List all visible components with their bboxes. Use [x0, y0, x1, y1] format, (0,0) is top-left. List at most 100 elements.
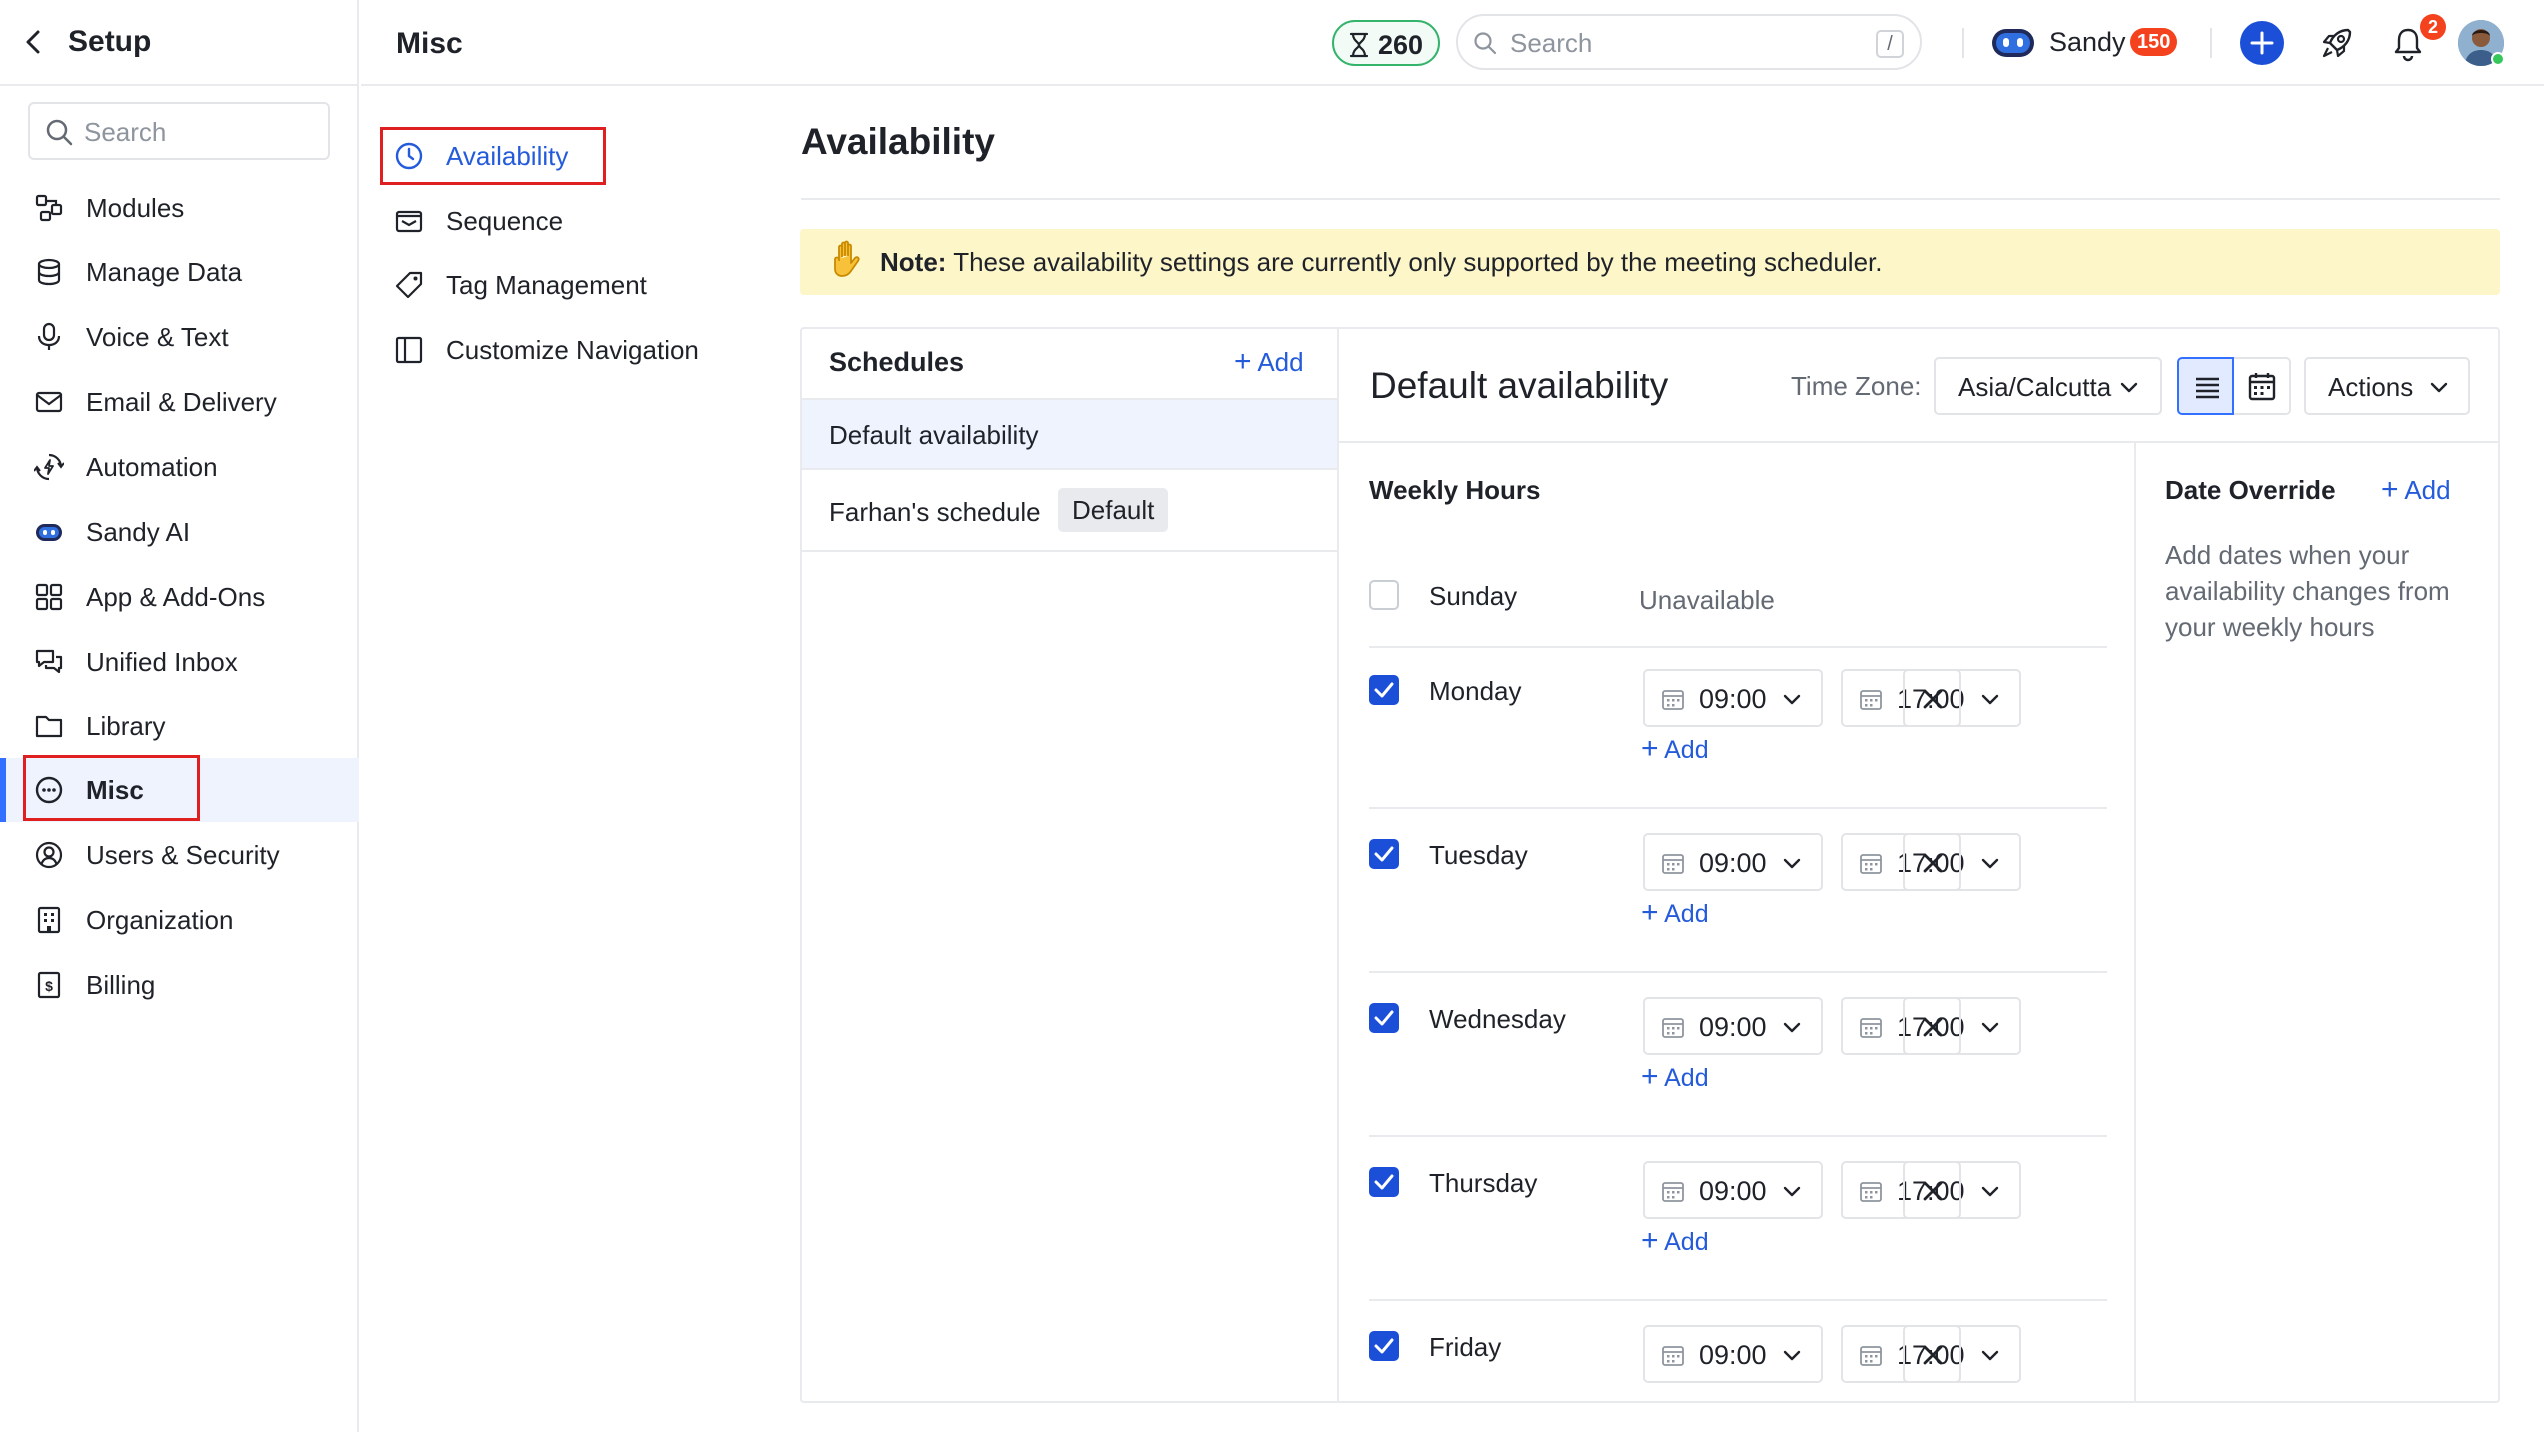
sidebar-item-library[interactable]: Library: [0, 694, 359, 758]
schedule-item[interactable]: Farhan's schedule Default: [802, 470, 1337, 552]
add-schedule-label: Add: [1257, 347, 1304, 377]
sidebar-item-label: Voice & Text: [86, 322, 229, 352]
subnav-item-customize-navigation[interactable]: Customize Navigation: [380, 321, 750, 379]
sidebar-item-unified-inbox[interactable]: Unified Inbox: [0, 630, 359, 694]
envelope-icon: [35, 391, 63, 413]
global-search-box[interactable]: /: [1456, 14, 1922, 70]
sidebar-item-modules[interactable]: Modules: [0, 176, 359, 240]
remove-interval-button[interactable]: [1903, 1325, 1961, 1383]
add-interval-button[interactable]: + Add: [1641, 896, 1709, 929]
day-checkbox[interactable]: [1369, 1331, 1399, 1361]
calendar-icon: [1662, 1182, 1684, 1202]
remove-interval-button[interactable]: [1903, 997, 1961, 1055]
day-name: Monday: [1429, 676, 1522, 706]
checkmark-icon: [1374, 846, 1394, 862]
calendar-icon: [1662, 1018, 1684, 1038]
calendar-view-toggle[interactable]: [2234, 357, 2291, 415]
note-label: Note:: [880, 247, 947, 277]
timezone-select[interactable]: Asia/Calcutta: [1934, 357, 2162, 415]
sidebar-item-app-add-ons[interactable]: App & Add-Ons: [0, 565, 359, 629]
top-header-bar: [361, 0, 2544, 86]
actions-dropdown[interactable]: Actions: [2304, 357, 2470, 415]
start-time-select[interactable]: 09:00: [1643, 997, 1823, 1055]
add-interval-label: Add: [1664, 736, 1709, 764]
day-divider: [1369, 1299, 2107, 1301]
start-time-select[interactable]: 09:00: [1643, 1325, 1823, 1383]
plus-icon: +: [1641, 1060, 1659, 1093]
start-time-select[interactable]: 09:00: [1643, 833, 1823, 891]
day-checkbox[interactable]: [1369, 839, 1399, 869]
assistant-name[interactable]: Sandy: [2049, 26, 2126, 58]
add-date-override-button[interactable]: + Add: [2381, 474, 2451, 506]
start-time-value: 09:00: [1699, 1012, 1767, 1042]
remove-interval-button[interactable]: [1903, 1161, 1961, 1219]
sidebar-search-input[interactable]: [84, 114, 314, 150]
create-new-button[interactable]: [2240, 21, 2284, 65]
sidebar-item-billing[interactable]: $ Billing: [0, 953, 359, 1017]
page-title: Availability: [801, 121, 995, 162]
credits-badge[interactable]: 260: [1332, 20, 1440, 66]
start-time-select[interactable]: 09:00: [1643, 1161, 1823, 1219]
sidebar-item-automation[interactable]: Automation: [0, 435, 359, 499]
day-checkbox[interactable]: [1369, 675, 1399, 705]
sidebar-item-users-security[interactable]: Users & Security: [0, 823, 359, 887]
schedule-item[interactable]: Default availability: [802, 398, 1337, 470]
day-checkbox[interactable]: [1369, 1003, 1399, 1033]
chevron-down-icon: [1981, 1350, 1999, 1361]
svg-text:$: $: [45, 978, 53, 994]
sidebar-item-label: Sandy AI: [86, 517, 191, 547]
microphone-icon: [37, 322, 61, 350]
date-override-description: Add dates when your availability changes…: [2165, 540, 2450, 642]
checkmark-icon: [1374, 682, 1394, 698]
calendar-icon: [1662, 690, 1684, 710]
back-arrow-icon[interactable]: [18, 26, 50, 58]
notification-count-badge: 2: [2420, 14, 2446, 40]
credits-count: 260: [1378, 30, 1424, 60]
calendar-icon: [1860, 690, 1882, 710]
plus-icon: +: [1641, 896, 1659, 929]
subnav-item-tag-management[interactable]: Tag Management: [380, 256, 750, 314]
note-banner: Note: These availability settings are cu…: [800, 229, 2500, 295]
chevron-down-icon: [1783, 1186, 1801, 1197]
tag-icon: [395, 271, 423, 299]
rocket-icon[interactable]: [2318, 24, 2356, 62]
sidebar-item-organization[interactable]: Organization: [0, 888, 359, 952]
sidebar-item-email-delivery[interactable]: Email & Delivery: [0, 370, 359, 434]
chevron-down-icon: [1783, 694, 1801, 705]
chat-bubbles-icon: [35, 649, 63, 674]
add-interval-button[interactable]: + Add: [1641, 734, 1709, 765]
note-text: These availability settings are currentl…: [953, 247, 1883, 277]
date-override-title: Date Override: [2165, 475, 2336, 505]
day-name: Tuesday: [1429, 840, 1528, 870]
sidebar-item-manage-data[interactable]: Manage Data: [0, 240, 359, 304]
chevron-down-icon: [1981, 1022, 1999, 1033]
add-interval-button[interactable]: + Add: [1641, 1060, 1709, 1093]
day-checkbox[interactable]: [1369, 1167, 1399, 1197]
calendar-icon: [1662, 1346, 1684, 1366]
close-icon: [1923, 689, 1943, 709]
list-view-toggle[interactable]: [2177, 357, 2234, 415]
title-divider: [801, 198, 2500, 200]
plus-icon: +: [1234, 345, 1252, 378]
remove-interval-button[interactable]: [1903, 669, 1961, 727]
sidebar-search-box[interactable]: [28, 102, 330, 160]
add-schedule-button[interactable]: + Add: [1234, 346, 1304, 378]
sidebar-item-sandy-ai[interactable]: Sandy AI: [0, 500, 359, 564]
modules-icon: [35, 194, 63, 222]
database-icon: [37, 258, 61, 286]
plus-icon: +: [1641, 1224, 1659, 1257]
actions-label: Actions: [2328, 372, 2414, 402]
start-time-select[interactable]: 09:00: [1643, 669, 1823, 727]
sandy-bot-icon[interactable]: [1991, 26, 2035, 60]
day-checkbox[interactable]: [1369, 580, 1399, 610]
global-search-input[interactable]: [1510, 26, 1840, 60]
sidebar-item-voice-text[interactable]: Voice & Text: [0, 305, 359, 369]
sidebar-item-label: Automation: [86, 452, 218, 482]
remove-interval-button[interactable]: [1903, 833, 1961, 891]
calendar-icon: [1860, 1182, 1882, 1202]
day-name: Wednesday: [1429, 1004, 1566, 1034]
subnav-item-sequence[interactable]: Sequence: [380, 192, 750, 250]
add-interval-label: Add: [1664, 1228, 1709, 1256]
timezone-label: Time Zone:: [1791, 371, 1922, 401]
add-interval-button[interactable]: + Add: [1641, 1224, 1709, 1257]
